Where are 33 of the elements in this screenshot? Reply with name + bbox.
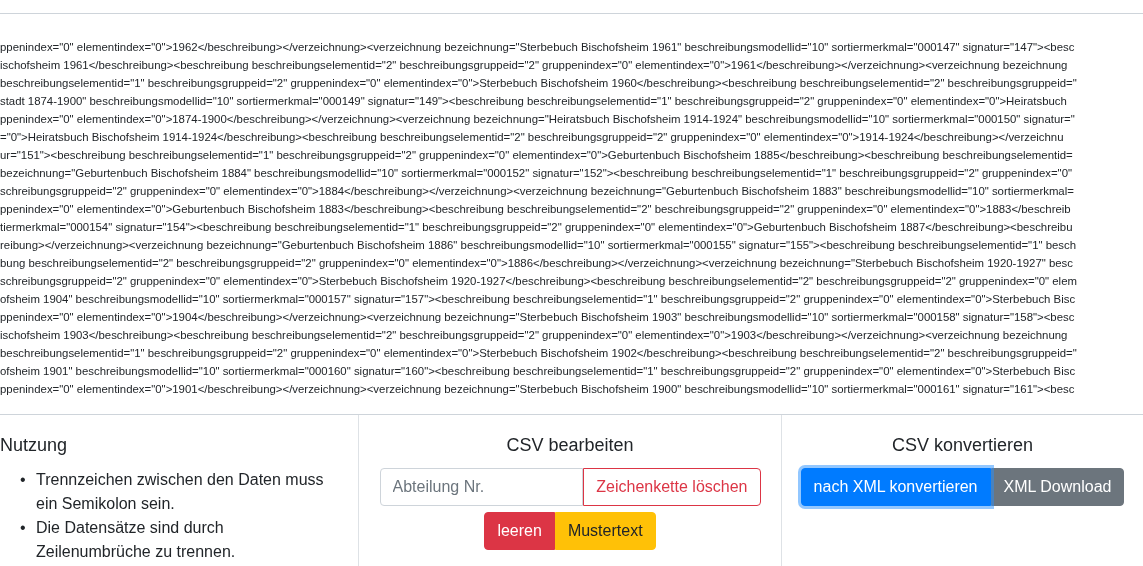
xml-text-line: ppenindex="0" elementindex="0">1904</beschreibung></verzeichnung><verzeichnung bezeichnung="Sterbebuch Bischofsheim 1903" beschreibungsmodellid="10" sortiermerkmal="000158" signatur="158"><besc [0, 310, 1076, 325]
xml-text-line: beschreibungselementid="1" beschreibungsgruppeid="2" gruppenindex="0" elementindex="0">Sterbebuch Bischofsheim 1902</beschreibung><beschreibung beschreibungselementid="2" beschreibungsgruppeid=" [0, 346, 1078, 361]
xml-text-line: stadt 1874-1900" beschreibungsmodellid="10" sortiermerkmal="000149" signatur="149"><beschreibung beschreibungselementid="1" beschreibungsgruppeid="2" gruppenindex="0" elementindex="0">Heiratsbuch [0, 94, 1068, 109]
xml-text-line: bezeichnung="Geburtenbuch Bischofsheim 1884" beschreibungsmodellid="10" sortiermerkmal="000152" signatur="152"><beschreibung beschreibungselementid="1" beschreibungsgruppeid="2" gruppenindex="0" [0, 166, 1074, 181]
xml-text-line: ="0">Heiratsbuch Bischofsheim 1914-1924</beschreibung><beschreibung beschreibungselementid="2" beschreibungsgruppeid="2" gruppenindex="0" elementindex="0">1914-1924</beschreibung></verzeichnu [0, 130, 1065, 145]
clear-string-button[interactable]: Zeichenkette löschen [583, 468, 761, 506]
xml-text-line: bung beschreibungselementid="2" beschreibungsgruppeid="2" gruppenindex="0" elementindex="0">1886</beschreibung></verzeichnung><verzeichnung bezeichnung="Sterbebuch Bischofsheim 1920-1927" besc [0, 256, 1074, 271]
xml-text-line: ischofsheim 1961</beschreibung><beschreibung beschreibungselementid="2" beschreibungsgruppeid="2" gruppenindex="0" elementindex="0">1961</beschreibung></verzeichnung><verzeichnung bezeichnung [0, 58, 1069, 73]
section-heading: Nutzung [0, 435, 68, 456]
xml-text-line: schreibungsgruppeid="2" gruppenindex="0" elementindex="0">Sterbebuch Bischofsheim 1920-1927</beschreibung><beschreibung beschreibungselementid="2" beschreibungsgruppeid="2" gruppenindex="0" elem [0, 274, 1078, 289]
xml-text-line: ischofsheim 1903</beschreibung><beschreibung beschreibungselementid="2" beschreibungsgruppeid="2" gruppenindex="0" elementindex="0">1903</beschreibung></verzeichnung><verzeichnung bezeichnung [0, 328, 1069, 343]
xml-text-line: tiermerkmal="000154" signatur="154"><beschreibung beschreibungselementid="1" beschreibungsgruppeid="2" gruppenindex="0" elementindex="0">Geburtenbuch Bischofsheim 1887</beschreibung><beschreibu [0, 220, 1074, 235]
usage-list-item: Die Datensätze sind durch Zeilenumbrüche zu trennen. [36, 518, 237, 562]
input-field[interactable]: Abteilung Nr. [379, 468, 584, 506]
section-heading: CSV bearbeiten [506, 435, 634, 456]
xml-text-line: schreibungsgruppeid="2" gruppenindex="0" elementindex="0">1884</beschreibung></verzeichnung><verzeichnung bezeichnung="Geburtenbuch Bischofsheim 1883" beschreibungsmodellid="10" sortiermerkmal= [0, 184, 1075, 199]
xml-text-line: ppenindex="0" elementindex="0">Geburtenbuch Bischofsheim 1883</beschreibung><beschreibung beschreibungselementid="2" beschreibungsgruppeid="2" gruppenindex="0" elementindex="0">1883</beschreib [0, 202, 1072, 217]
usage-list-item: Trennzeichen zwischen den Daten muss ein Semikolon sein. [36, 470, 325, 514]
convert-button[interactable]: nach XML konvertieren [800, 468, 991, 506]
section-heading: CSV konvertieren [891, 435, 1034, 456]
action-button[interactable]: Mustertext [554, 512, 656, 550]
xml-text-line: ppenindex="0" elementindex="0">1874-1900</beschreibung></verzeichnung><verzeichnung bezeichnung="Heiratsbuch Bischofsheim 1914-1924" beschreibungsmodellid="10" sortiermerkmal="000150" signatur=" [0, 112, 1076, 127]
xml-text-line: ppenindex="0" elementindex="0">1962</beschreibung></verzeichnung><verzeichnung bezeichnung="Sterbebuch Bischofsheim 1961" beschreibungsmodellid="10" sortiermerkmal="000147" signatur="147"><besc [0, 40, 1076, 55]
xml-text-line: reibung></verzeichnung><verzeichnung bezeichnung="Geburtenbuch Bischofsheim 1886" beschreibungsmodellid="10" sortiermerkmal="000155" signatur="155"><beschreibung beschreibungselementid="1" besch [0, 238, 1078, 253]
bullet-marker: • [20, 470, 27, 490]
xml-text-line: ur="151"><beschreibung beschreibungselementid="1" beschreibungsgruppeid="2" gruppenindex="0" elementindex="0">Geburtenbuch Bischofsheim 1885</beschreibung><beschreibung beschreibungselementid= [0, 148, 1074, 163]
action-button[interactable]: leeren [484, 512, 555, 550]
xml-text-line: ofsheim 1904" beschreibungsmodellid="10" sortiermerkmal="000157" signatur="157"><beschreibung beschreibungselementid="1" beschreibungsgruppeid="2" gruppenindex="0" elementindex="0">Sterbebuch Bisc [0, 292, 1077, 307]
xml-text-line: ofsheim 1901" beschreibungsmodellid="10" sortiermerkmal="000160" signatur="160"><beschreibung beschreibungselementid="1" beschreibungsgruppeid="2" gruppenindex="0" elementindex="0">Sterbebuch Bisc [0, 364, 1077, 379]
bullet-marker: • [20, 518, 27, 538]
convert-button[interactable]: XML Download [990, 468, 1125, 506]
xml-text-line: beschreibungselementid="1" beschreibungsgruppeid="2" gruppenindex="0" elementindex="0">Sterbebuch Bischofsheim 1960</beschreibung><beschreibung beschreibungselementid="2" beschreibungsgruppeid=" [0, 76, 1078, 91]
xml-text-line: ppenindex="0" elementindex="0">1901</beschreibung></verzeichnung><verzeichnung bezeichnung="Sterbebuch Bischofsheim 1900" beschreibungsmodellid="10" sortiermerkmal="000161" signatur="161"><besc [0, 382, 1076, 397]
